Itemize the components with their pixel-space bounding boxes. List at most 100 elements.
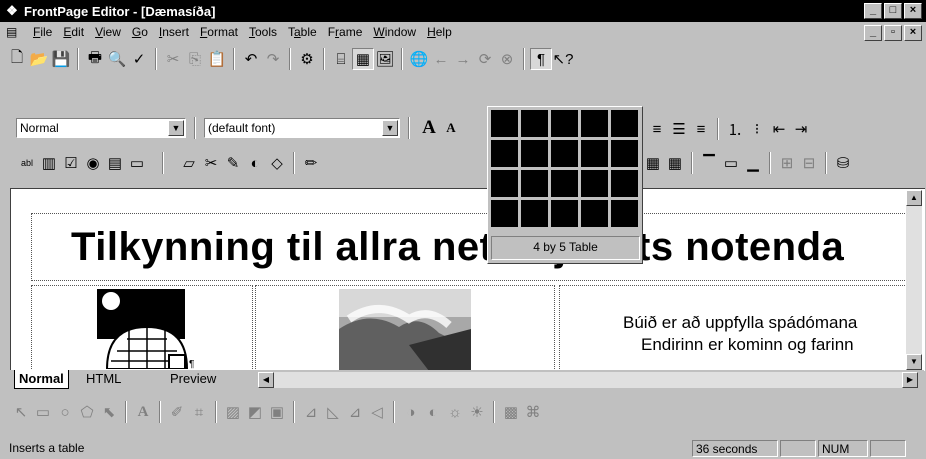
table-grid-cell[interactable]: [611, 170, 638, 197]
menu-table[interactable]: Table: [283, 25, 323, 39]
checkbox-icon[interactable]: ☑: [60, 152, 82, 174]
paste-icon[interactable]: 📋: [206, 48, 228, 70]
decrease-font-size-button[interactable]: A: [440, 117, 462, 139]
save-icon[interactable]: 💾: [50, 48, 72, 70]
open-icon[interactable]: 📂: [28, 48, 50, 70]
hyperlink-icon[interactable]: 🌐: [408, 48, 430, 70]
insert-table-icon[interactable]: ▦: [352, 48, 374, 70]
print-icon[interactable]: 🖶: [84, 48, 106, 70]
doc-restore-button[interactable]: ▫: [884, 25, 902, 41]
menu-file[interactable]: File: [28, 25, 58, 39]
table-grid-cell[interactable]: [581, 110, 608, 137]
table-grid-cell[interactable]: [491, 140, 518, 167]
draw-table-icon[interactable]: ✏: [300, 152, 322, 174]
rotate-left-icon[interactable]: ⊿: [300, 401, 322, 423]
numbered-list-icon[interactable]: ⒈: [724, 118, 746, 140]
table-grid-cell[interactable]: [551, 140, 578, 167]
washout-icon[interactable]: ▨: [222, 401, 244, 423]
table-size-grid[interactable]: [491, 110, 638, 227]
highlight-hotspots-icon[interactable]: ⬉: [98, 401, 120, 423]
font-dropdown[interactable]: (default font) ▼: [204, 118, 400, 138]
redo-icon[interactable]: ↷: [262, 48, 284, 70]
rectangle-icon[interactable]: ▭: [32, 401, 54, 423]
table-grid-cell[interactable]: [491, 200, 518, 227]
table-grid-cell[interactable]: [491, 110, 518, 137]
table-grid-cell[interactable]: [581, 140, 608, 167]
cut-icon[interactable]: ✂: [162, 48, 184, 70]
insert-table-picker[interactable]: 4 by 5 Table: [487, 106, 643, 264]
paragraph-line-1[interactable]: Búið er að uppfylla spádómana: [623, 313, 857, 333]
chevron-down-icon[interactable]: ▼: [168, 120, 184, 136]
frontpage-app-icon[interactable]: ❖: [4, 3, 20, 19]
page-heading[interactable]: Tilkynning til allra netverjanets notend…: [71, 225, 844, 270]
dropdown-menu-icon[interactable]: ▤: [104, 152, 126, 174]
back-icon[interactable]: ←: [430, 48, 452, 70]
document-icon[interactable]: ▤: [6, 25, 22, 39]
insert-form-field-icon[interactable]: ⌸: [330, 48, 352, 70]
radio-button-icon[interactable]: ◉: [82, 152, 104, 174]
merge-cells-icon[interactable]: ⊞: [776, 152, 798, 174]
horizontal-scrollbar[interactable]: ◀ ▶: [258, 372, 918, 388]
make-transparent-icon[interactable]: ✂: [200, 152, 222, 174]
table-grid-cell[interactable]: [581, 170, 608, 197]
align-top-icon[interactable]: ▔: [698, 152, 720, 174]
table-grid-cell[interactable]: [611, 200, 638, 227]
menu-help[interactable]: Help: [422, 25, 458, 39]
table-grid-cell[interactable]: [491, 170, 518, 197]
circle-hotspot-icon[interactable]: ◐: [244, 152, 266, 174]
crop-icon[interactable]: ⌗: [188, 401, 210, 423]
wave-photo[interactable]: [339, 289, 471, 371]
decrease-indent-icon[interactable]: ⇤: [768, 118, 790, 140]
table-grid-cell[interactable]: [521, 200, 548, 227]
less-contrast-icon[interactable]: ◐: [422, 401, 444, 423]
polygon-icon[interactable]: ⬠: [76, 401, 98, 423]
select-table-icon[interactable]: ▦: [664, 152, 686, 174]
igloo-image[interactable]: ¶: [97, 289, 207, 369]
style-dropdown[interactable]: Normal ▼: [16, 118, 186, 138]
select-arrow-icon[interactable]: ↖: [10, 401, 32, 423]
help-icon[interactable]: ↖?: [552, 48, 574, 70]
tab-html[interactable]: HTML: [82, 370, 125, 388]
increase-indent-icon[interactable]: ⇥: [790, 118, 812, 140]
table-grid-cell[interactable]: [551, 110, 578, 137]
table-grid-cell[interactable]: [611, 140, 638, 167]
flip-horizontal-icon[interactable]: ⊿: [344, 401, 366, 423]
circle-icon[interactable]: ○: [54, 401, 76, 423]
scroll-up-icon[interactable]: ▲: [906, 190, 922, 206]
align-right-icon[interactable]: ≡: [690, 118, 712, 140]
less-brightness-icon[interactable]: ☀: [466, 401, 488, 423]
doc-minimize-button[interactable]: _: [864, 25, 882, 41]
menu-go[interactable]: Go: [127, 25, 154, 39]
table-grid-cell[interactable]: [521, 140, 548, 167]
image-map-icon[interactable]: ▱: [178, 152, 200, 174]
menu-edit[interactable]: Edit: [58, 25, 90, 39]
align-left-icon[interactable]: ≡: [646, 118, 668, 140]
doc-close-button[interactable]: ×: [904, 25, 922, 41]
flip-vertical-icon[interactable]: ◁: [366, 401, 388, 423]
align-center-icon[interactable]: ☰: [668, 118, 690, 140]
table-grid-cell[interactable]: [521, 170, 548, 197]
show-paragraph-marks-icon[interactable]: ¶: [530, 48, 552, 70]
table-grid-cell[interactable]: [611, 110, 638, 137]
split-cells-icon[interactable]: ⊟: [798, 152, 820, 174]
chevron-down-icon[interactable]: ▼: [382, 120, 398, 136]
vertical-scrollbar[interactable]: ▲ ▼: [906, 190, 922, 370]
select-cell-icon[interactable]: ▦: [642, 152, 664, 174]
minimize-button[interactable]: _: [864, 3, 882, 19]
select-icon[interactable]: ✎: [222, 152, 244, 174]
fill-color-icon[interactable]: ⛁: [832, 152, 854, 174]
table-grid-cell[interactable]: [581, 200, 608, 227]
menu-tools[interactable]: Tools: [244, 25, 283, 39]
bulleted-list-icon[interactable]: ⁝: [746, 118, 768, 140]
close-button[interactable]: ×: [904, 3, 922, 19]
document-area[interactable]: Tilkynning til allra netverjanets notend…: [10, 188, 925, 371]
scroll-down-icon[interactable]: ▼: [906, 354, 922, 370]
copy-icon[interactable]: ⎘: [184, 48, 206, 70]
table-grid-cell[interactable]: [551, 170, 578, 197]
bevel-icon[interactable]: ▩: [500, 401, 522, 423]
menu-window[interactable]: Window: [368, 25, 422, 39]
spelling-icon[interactable]: ✓: [128, 48, 150, 70]
restore-icon[interactable]: ▣: [266, 401, 288, 423]
more-contrast-icon[interactable]: ◑: [400, 401, 422, 423]
menu-insert[interactable]: Insert: [154, 25, 195, 39]
